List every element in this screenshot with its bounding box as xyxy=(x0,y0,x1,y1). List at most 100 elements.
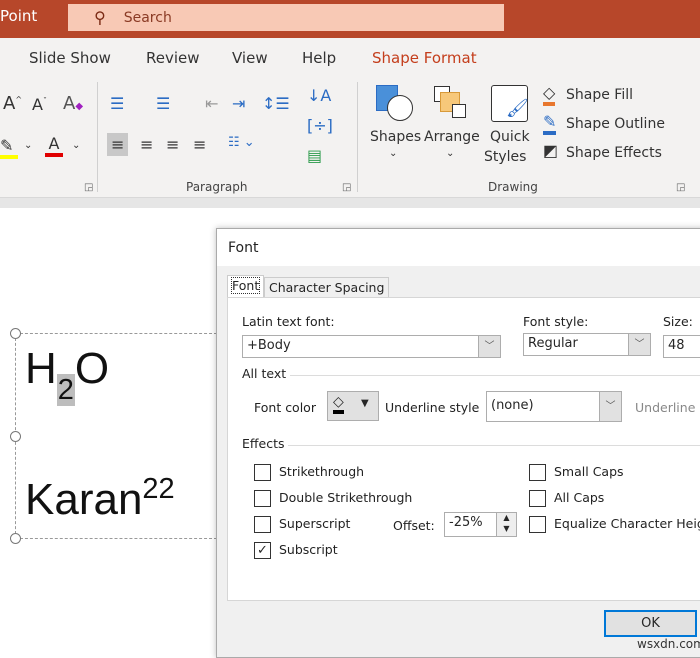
font-color-picker[interactable]: ◇ ▼ xyxy=(327,391,379,421)
latin-font-value: +Body xyxy=(247,338,291,353)
arrange-icon-front xyxy=(452,104,466,118)
shape-fill-button[interactable]: Shape Fill xyxy=(566,87,633,103)
strikethrough-checkbox[interactable] xyxy=(254,464,271,481)
caret-down-icon: ▼ xyxy=(361,398,369,409)
chevron-down-icon[interactable]: ﹀ xyxy=(478,336,500,357)
text-o: O xyxy=(74,344,110,393)
all-text-label: All text xyxy=(242,366,287,381)
dialog-title-bar: Font xyxy=(217,229,700,266)
tab-character-spacing[interactable]: Character Spacing xyxy=(264,277,390,297)
shapes-icon-circle xyxy=(387,95,413,121)
numbering-icon[interactable]: ☰ xyxy=(156,94,170,113)
small-caps-label: Small Caps xyxy=(554,464,624,479)
offset-spinner[interactable]: -25% ▲ ▼ xyxy=(444,512,517,537)
all-caps-checkbox[interactable] xyxy=(529,490,546,507)
slide-text-karan[interactable]: Karan22 xyxy=(25,473,175,525)
small-caps-checkbox[interactable] xyxy=(529,464,546,481)
double-strikethrough-label: Double Strikethrough xyxy=(279,490,413,505)
divider xyxy=(290,375,700,376)
paragraph-dialog-launcher-icon[interactable]: ◲ xyxy=(342,182,351,193)
font-style-label: Font style: xyxy=(523,314,589,329)
shape-effects-button[interactable]: Shape Effects xyxy=(566,145,662,161)
font-style-select[interactable]: Regular ﹀ xyxy=(523,333,651,356)
highlight-color-icon[interactable]: ✎ xyxy=(0,136,18,159)
effects-label: Effects xyxy=(242,436,285,451)
tab-font[interactable]: Font xyxy=(227,275,265,297)
font-color-icon[interactable]: A xyxy=(45,134,63,157)
ok-button[interactable]: OK xyxy=(604,610,697,637)
app-title: Point xyxy=(0,7,38,25)
search-placeholder: Search xyxy=(123,9,172,26)
separator xyxy=(357,82,358,192)
text-direction-icon[interactable]: ↓A xyxy=(307,86,331,105)
tab-view[interactable]: View xyxy=(232,49,268,67)
chevron-down-icon[interactable]: ⌄ xyxy=(24,140,32,151)
chevron-down-icon[interactable]: ﹀ xyxy=(628,334,650,355)
search-icon: ⚲ xyxy=(94,8,106,27)
chevron-down-icon[interactable]: ⌄ xyxy=(72,140,80,151)
slide-text-h2o[interactable]: H2O xyxy=(25,344,109,407)
chevron-down-icon[interactable]: ⌄ xyxy=(389,148,397,159)
increase-indent-icon[interactable]: ⇥ xyxy=(232,94,245,113)
divider xyxy=(288,445,700,446)
align-text-icon[interactable]: [÷] xyxy=(307,116,333,135)
superscript: 22 xyxy=(142,473,175,505)
title-bar: Point ⚲ Search xyxy=(0,0,700,38)
size-input[interactable]: 48 xyxy=(663,335,700,358)
justify-icon[interactable]: ≡ xyxy=(193,135,206,154)
spin-down-icon[interactable]: ▼ xyxy=(496,524,516,536)
clear-formatting-icon[interactable]: A◆ xyxy=(63,93,83,114)
superscript-checkbox[interactable] xyxy=(254,516,271,533)
shapes-button[interactable]: Shapes xyxy=(370,129,421,145)
underline-color-label: Underline c xyxy=(635,400,700,415)
equalize-height-checkbox[interactable] xyxy=(529,516,546,533)
align-right-icon[interactable]: ≡ xyxy=(166,135,179,154)
line-spacing-icon[interactable]: ↕☰ xyxy=(262,94,290,113)
quick-styles-icon[interactable]: 🖌 xyxy=(491,85,529,122)
quick-styles-button-line2[interactable]: Styles xyxy=(484,149,526,165)
columns-icon[interactable]: ☷ ⌄ xyxy=(228,135,255,150)
text-karan: Karan xyxy=(25,475,143,524)
smartart-icon[interactable]: ▤ xyxy=(307,146,322,165)
search-box[interactable]: ⚲ Search xyxy=(68,4,504,31)
tab-help[interactable]: Help xyxy=(302,49,336,67)
tab-slide-show[interactable]: Slide Show xyxy=(29,49,111,67)
offset-value: -25% xyxy=(449,515,483,530)
shape-effects-icon: ◩ xyxy=(543,141,559,160)
ribbon-tabs: Slide Show Review View Help Shape Format xyxy=(0,38,700,78)
equalize-height-label: Equalize Character Height xyxy=(554,516,700,531)
size-label: Size: xyxy=(663,314,693,329)
resize-handle[interactable] xyxy=(10,431,21,442)
quick-styles-button[interactable]: Quick xyxy=(490,129,530,145)
all-caps-label: All Caps xyxy=(554,490,605,505)
align-center-icon[interactable]: ≡ xyxy=(140,135,153,154)
shrink-font-icon[interactable]: Aˇ xyxy=(32,95,47,114)
paint-bucket-icon: ◇ xyxy=(333,394,344,414)
subscript-label: Subscript xyxy=(279,542,338,557)
grow-font-icon[interactable]: A^ xyxy=(3,93,22,114)
shape-fill-icon: ◇ xyxy=(543,83,556,106)
spin-up-icon[interactable]: ▲ xyxy=(496,513,516,524)
chevron-down-icon[interactable]: ﹀ xyxy=(599,392,621,421)
subscript-checkbox[interactable]: ✓ xyxy=(254,542,271,559)
arrange-button[interactable]: Arrange xyxy=(424,129,480,145)
resize-handle[interactable] xyxy=(10,328,21,339)
latin-font-label: Latin text font: xyxy=(242,314,335,329)
font-dialog-launcher-icon[interactable]: ◲ xyxy=(84,182,93,193)
paragraph-group-label: Paragraph xyxy=(186,180,248,194)
resize-handle[interactable] xyxy=(10,533,21,544)
drawing-dialog-launcher-icon[interactable]: ◲ xyxy=(676,182,685,193)
shape-outline-button[interactable]: Shape Outline xyxy=(566,116,665,132)
decrease-indent-icon[interactable]: ⇤ xyxy=(205,94,218,113)
dialog-title: Font xyxy=(228,240,259,256)
align-left-icon[interactable]: ≡ xyxy=(107,133,129,156)
double-strikethrough-checkbox[interactable] xyxy=(254,490,271,507)
chevron-down-icon[interactable]: ⌄ xyxy=(446,148,454,159)
latin-font-select[interactable]: +Body ﹀ xyxy=(242,335,501,358)
tab-font-label: Font xyxy=(230,277,261,294)
underline-style-select[interactable]: (none) ﹀ xyxy=(486,391,622,422)
drawing-group-label: Drawing xyxy=(488,180,538,194)
bullets-icon[interactable]: ☰ xyxy=(110,94,124,113)
tab-review[interactable]: Review xyxy=(146,49,200,67)
tab-shape-format[interactable]: Shape Format xyxy=(372,49,477,67)
